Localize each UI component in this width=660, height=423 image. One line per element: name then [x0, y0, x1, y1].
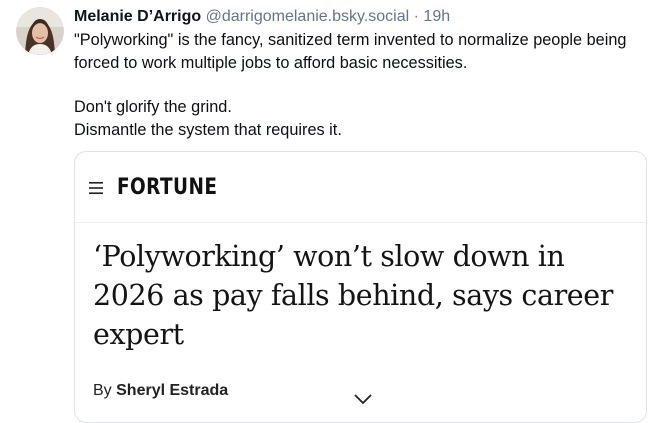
- hamburger-menu-icon[interactable]: [89, 182, 103, 194]
- link-preview-card[interactable]: FORTUNE ‘Polyworking’ won’t slow down in…: [74, 151, 647, 423]
- byline-prefix: By: [93, 382, 112, 399]
- author-handle[interactable]: @darrigomelanie.bsky.social: [206, 8, 410, 25]
- author-name[interactable]: Melanie D’Arrigo: [74, 8, 201, 25]
- article-headline: ‘Polyworking’ won’t slow down in 2026 as…: [93, 240, 613, 351]
- separator-dot: ·: [413, 8, 419, 25]
- post-content: Melanie D’Arrigo @darrigomelanie.bsky.so…: [74, 6, 654, 141]
- chevron-down-icon[interactable]: [353, 393, 373, 405]
- post-text: "Polyworking" is the fancy, sanitized te…: [74, 29, 654, 141]
- fortune-logo: FORTUNE: [117, 175, 218, 200]
- card-body: ‘Polyworking’ won’t slow down in 2026 as…: [75, 223, 646, 400]
- card-header: FORTUNE: [75, 152, 646, 223]
- post: Melanie D’Arrigo @darrigomelanie.bsky.so…: [0, 0, 660, 423]
- avatar[interactable]: [16, 7, 64, 55]
- post-paragraph-1: "Polyworking" is the fancy, sanitized te…: [74, 31, 627, 72]
- post-paragraph-2: Don't glorify the grind. Dismantle the s…: [74, 98, 342, 139]
- avatar-image: [16, 7, 64, 55]
- byline-author: Sheryl Estrada: [116, 382, 229, 399]
- post-header: Melanie D’Arrigo @darrigomelanie.bsky.so…: [74, 6, 654, 28]
- post-time[interactable]: 19h: [423, 8, 450, 25]
